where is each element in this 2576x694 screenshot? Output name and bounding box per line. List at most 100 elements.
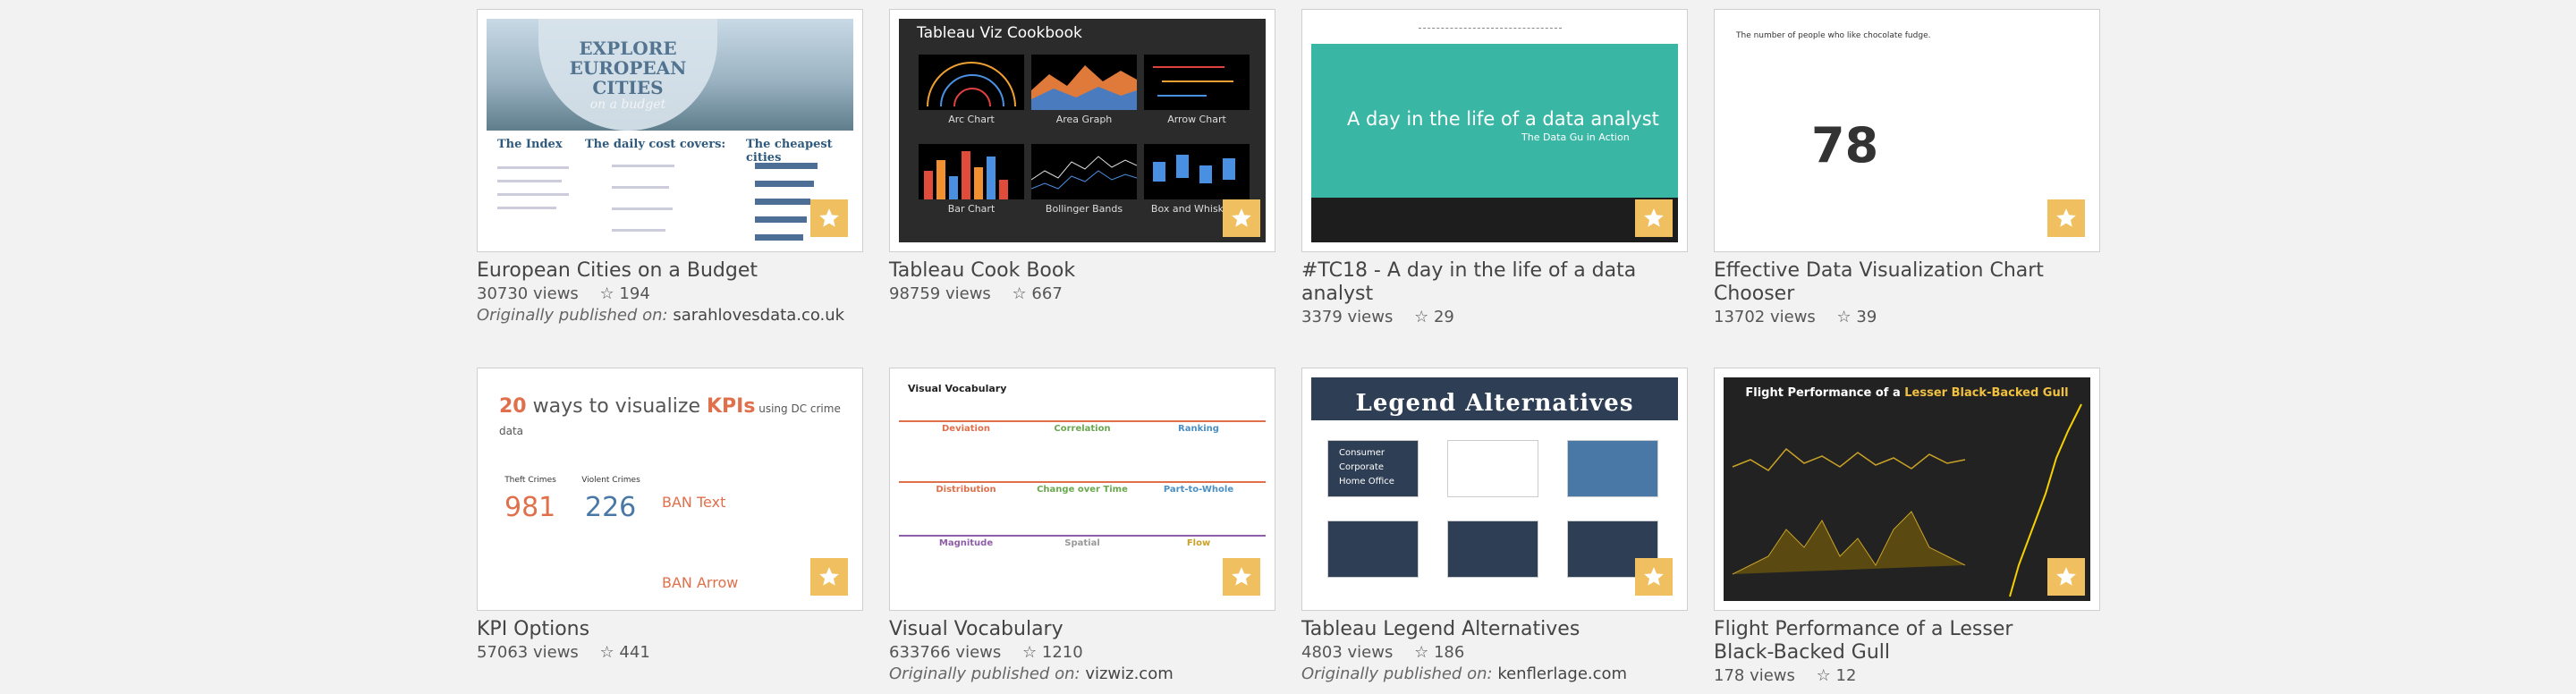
viz-title[interactable]: KPI Options [477, 618, 863, 641]
published-label: Originally published on: [477, 306, 668, 325]
favorite-count: 194 [619, 284, 650, 303]
star-icon [1232, 567, 1251, 586]
viz-card-gull-flight[interactable]: Flight Performance of a Lesser Black-Bac… [1714, 368, 2100, 686]
star-icon: ☆ [1836, 308, 1852, 326]
viz-thumbnail[interactable]: Tableau Viz Cookbook Arc Chart Area Grap… [889, 9, 1275, 252]
viz-thumbnail[interactable]: EXPLORE EUROPEAN CITIES on a budget The … [477, 9, 863, 252]
viz-thumbnail[interactable]: 20 ways to visualize KPIs using DC crime… [477, 368, 863, 611]
thumb-section: Flow [1186, 538, 1211, 548]
thumb-heading: EUROPEAN [569, 56, 687, 79]
star-icon: ☆ [1414, 643, 1429, 662]
kpi-label: Theft Crimes [504, 476, 556, 485]
viz-thumbnail[interactable]: Visual Vocabulary Deviation Correlation … [889, 368, 1275, 611]
viz-card-tableau-cook-book[interactable]: Tableau Viz Cookbook Arc Chart Area Grap… [889, 9, 1275, 304]
published-link[interactable]: vizwiz.com [1085, 664, 1173, 683]
view-count: 98759 views [889, 284, 991, 303]
viz-stats: 3379 views ☆ 29 [1301, 308, 1688, 327]
viz-title[interactable]: Tableau Cook Book [889, 259, 1275, 283]
thumb-heading: Tableau Viz Cookbook [917, 24, 1082, 42]
thumb-col-heading: The Index [497, 138, 563, 151]
published-label: Originally published on: [1301, 664, 1493, 683]
viz-card-european-cities[interactable]: EXPLORE EUROPEAN CITIES on a budget The … [477, 9, 863, 326]
favorite-star-button[interactable] [1223, 558, 1260, 596]
viz-thumbnail[interactable]: A day in the life of a data analyst The … [1301, 9, 1688, 252]
thumb-subheading: The Data Gu in Action [1521, 131, 1630, 143]
chart-label: Arrow Chart [1167, 114, 1226, 125]
favorite-count: 667 [1031, 284, 1063, 303]
viz-title[interactable]: European Cities on a Budget [477, 259, 863, 283]
favorite-star-button[interactable] [810, 558, 848, 596]
thumb-section: Distribution [936, 485, 996, 495]
favorite-star-button[interactable] [2047, 199, 2085, 237]
thumb-section: Change over Time [1037, 485, 1128, 495]
viz-title[interactable]: Tableau Legend Alternatives [1301, 618, 1688, 641]
viz-thumbnail[interactable]: Flight Performance of a Lesser Black-Bac… [1714, 368, 2100, 611]
chart-label: Area Graph [1055, 114, 1113, 125]
star-icon: ☆ [1414, 308, 1429, 326]
published-link[interactable]: kenflerlage.com [1497, 664, 1627, 683]
view-count: 13702 views [1714, 308, 1816, 326]
view-count: 4803 views [1301, 643, 1394, 662]
viz-stats: 57063 views ☆ 441 [477, 643, 863, 663]
favorite-star-button[interactable] [810, 199, 848, 237]
star-icon [1644, 567, 1664, 586]
published-label: Originally published on: [889, 664, 1080, 683]
view-count: 57063 views [477, 643, 579, 662]
thumb-section: Deviation [942, 424, 990, 434]
viz-stats: 30730 views ☆ 194 [477, 284, 863, 304]
thumb-heading: Legend Alternatives [1355, 390, 1634, 417]
chart-label: Arc Chart [948, 114, 995, 125]
kpi-label: Violent Crimes [581, 476, 640, 485]
viz-card-kpi-options[interactable]: 20 ways to visualize KPIs using DC crime… [477, 368, 863, 663]
viz-card-visual-vocabulary[interactable]: Visual Vocabulary Deviation Correlation … [889, 368, 1275, 684]
published-source: Originally published on: kenflerlage.com [1301, 664, 1688, 684]
favorite-count: 186 [1433, 643, 1465, 662]
viz-stats: 4803 views ☆ 186 [1301, 643, 1688, 663]
favorite-count: 441 [619, 643, 650, 662]
thumb-subheading: on a budget [589, 97, 666, 112]
favorite-star-button[interactable] [2047, 558, 2085, 596]
favorite-count: 39 [1856, 308, 1877, 326]
viz-stats: 178 views ☆ 12 [1714, 666, 2100, 686]
favorite-count: 12 [1835, 666, 1857, 685]
viz-card-chart-chooser[interactable]: The number of people who like chocolate … [1714, 9, 2100, 327]
thumb-heading: 20 ways to visualize KPIs using DC crime… [499, 395, 841, 437]
viz-card-legend-alternatives[interactable]: Legend Alternatives Consumer Corporate Hom… [1301, 368, 1688, 684]
favorite-star-button[interactable] [1223, 199, 1260, 237]
favorite-count: 1210 [1041, 643, 1083, 662]
viz-title[interactable]: Visual Vocabulary [889, 618, 1275, 641]
star-icon: ☆ [1022, 643, 1038, 662]
chart-label: Bollinger Bands [1045, 203, 1123, 215]
kpi-value: 226 [585, 492, 637, 523]
viz-stats: 13702 views ☆ 39 [1714, 308, 2100, 327]
viz-thumbnail[interactable]: The number of people who like chocolate … [1714, 9, 2100, 252]
viz-card-tc18[interactable]: A day in the life of a data analyst The … [1301, 9, 1688, 327]
favorite-star-button[interactable] [1635, 199, 1673, 237]
published-source: Originally published on: vizwiz.com [889, 664, 1275, 684]
viz-stats: 633766 views ☆ 1210 [889, 643, 1275, 663]
star-icon: ☆ [1012, 284, 1027, 303]
view-count: 633766 views [889, 643, 1002, 662]
star-icon [2056, 208, 2076, 227]
thumb-heading: EXPLORE [579, 37, 677, 59]
thumb-value: 78 [1811, 117, 1879, 174]
thumb-caption: The number of people who like chocolate … [1736, 31, 1931, 40]
star-icon: ☆ [1816, 666, 1831, 685]
star-icon: ☆ [599, 284, 614, 303]
favorite-count: 29 [1433, 308, 1454, 326]
viz-title[interactable]: Flight Performance of a Lesser Black-Bac… [1714, 618, 2072, 664]
thumb-section: Correlation [1054, 424, 1111, 434]
thumb-section: Magnitude [938, 538, 994, 548]
viz-thumbnail[interactable]: Legend Alternatives Consumer Corporate Hom… [1301, 368, 1688, 611]
viz-stats: 98759 views ☆ 667 [889, 284, 1275, 304]
thumb-heading: CITIES [592, 76, 664, 98]
viz-title[interactable]: #TC18 - A day in the life of a data anal… [1301, 259, 1688, 306]
star-icon [1232, 208, 1251, 227]
star-icon [2056, 567, 2076, 586]
viz-title[interactable]: Effective Data Visualization Chart Choos… [1714, 259, 2100, 306]
published-link[interactable]: sarahlovesdata.co.uk [673, 306, 844, 325]
thumb-section: Ranking [1178, 424, 1219, 434]
star-icon [1644, 208, 1664, 227]
view-count: 30730 views [477, 284, 579, 303]
favorite-star-button[interactable] [1635, 558, 1673, 596]
